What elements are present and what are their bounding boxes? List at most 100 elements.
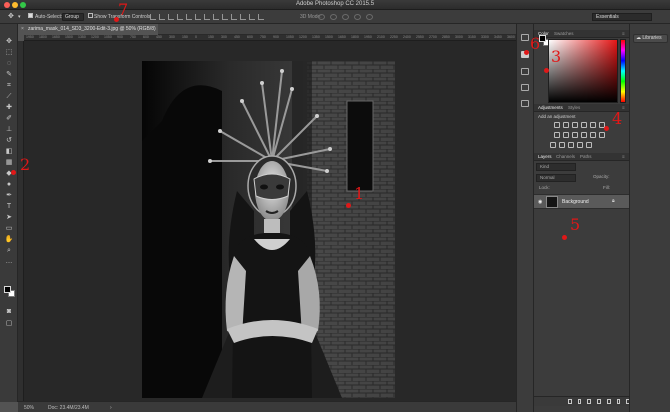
dodge-tool-icon[interactable]: ● (4, 180, 14, 189)
gradient-tool-icon[interactable]: ▦ (4, 158, 14, 167)
character-panel-icon[interactable] (521, 68, 529, 75)
lock-icon[interactable]: 🔒︎ (612, 198, 615, 204)
tab-paths[interactable]: Paths (580, 154, 592, 159)
status-menu-arrow-icon[interactable]: › (110, 405, 112, 411)
levels-icon[interactable] (563, 122, 569, 128)
new-layer-icon[interactable] (616, 399, 621, 404)
hand-tool-icon[interactable]: ✋ (4, 235, 14, 244)
foreground-color-swatch[interactable] (4, 286, 11, 293)
tool-preset-caret-icon[interactable]: ▾ (18, 14, 21, 20)
gradient-map-icon[interactable] (586, 142, 592, 148)
marquee-tool-icon[interactable]: ⬚ (4, 48, 14, 57)
libraries-button[interactable]: ☁ Libraries (633, 34, 668, 43)
eyedropper-tool-icon[interactable]: ⟋ (4, 92, 14, 101)
screen-mode-icon[interactable]: ▢ (4, 319, 14, 328)
history-brush-tool-icon[interactable]: ↺ (4, 136, 14, 145)
selective-color-icon[interactable] (577, 142, 583, 148)
close-tab-icon[interactable]: × (21, 24, 24, 35)
color-balance-icon[interactable] (563, 132, 569, 138)
layer-style-icon[interactable] (577, 399, 582, 404)
document-image[interactable] (142, 61, 395, 398)
zoom-level[interactable]: 50% (24, 405, 34, 411)
crop-tool-icon[interactable]: ⌗ (4, 81, 14, 90)
curves-icon[interactable] (572, 122, 578, 128)
distribute-top-icon[interactable] (204, 14, 210, 20)
3d-drag-icon[interactable] (342, 14, 349, 20)
align-distribute-icons[interactable] (150, 14, 290, 20)
type-tool-icon[interactable]: T (4, 202, 14, 211)
distribute-right-icon[interactable] (249, 14, 255, 20)
eye-visibility-icon[interactable]: ◉ (538, 199, 542, 205)
align-left-icon[interactable] (177, 14, 183, 20)
layer-row[interactable]: ◉ Background 🔒︎ (534, 194, 630, 209)
rectangle-tool-icon[interactable]: ▭ (4, 224, 14, 233)
align-vcenter-icon[interactable] (159, 14, 165, 20)
distribute-vcenter-icon[interactable] (213, 14, 219, 20)
auto-select-checkbox[interactable] (28, 13, 33, 18)
more-tools-icon[interactable]: … (4, 257, 14, 266)
zoom-tool-icon[interactable]: ⌕ (4, 246, 14, 255)
healing-brush-tool-icon[interactable]: ✚ (4, 103, 14, 112)
hue-slider[interactable] (620, 39, 626, 103)
tab-layers[interactable]: Layers (538, 154, 552, 159)
exposure-icon[interactable] (581, 122, 587, 128)
align-hcenter-icon[interactable] (186, 14, 192, 20)
link-layers-icon[interactable] (568, 399, 572, 404)
photo-filter-icon[interactable] (581, 132, 587, 138)
vibrance-icon[interactable] (590, 122, 596, 128)
tab-adjustments[interactable]: Adjustments (538, 105, 563, 110)
pen-tool-icon[interactable]: ✒ (4, 191, 14, 200)
color-lookup-icon[interactable] (599, 132, 605, 138)
path-selection-tool-icon[interactable]: ➤ (4, 213, 14, 222)
document-tab[interactable]: × zarima_mask_014_SD3_3200-Edit-3.jpg @ … (18, 24, 158, 35)
paragraph-panel-icon[interactable] (521, 84, 529, 91)
align-top-icon[interactable] (150, 14, 156, 20)
layer-filter-kind[interactable]: Kind (536, 163, 576, 171)
panel-menu-icon[interactable]: ≡ (622, 105, 625, 110)
transform-controls-checkbox[interactable] (88, 13, 93, 18)
tab-styles[interactable]: Styles (568, 105, 580, 110)
lasso-tool-icon[interactable]: ◌ (4, 59, 14, 68)
align-bottom-icon[interactable] (168, 14, 174, 20)
auto-select-dropdown[interactable]: Group (62, 13, 84, 21)
threshold-icon[interactable] (568, 142, 574, 148)
quick-select-tool-icon[interactable]: ✎ (4, 70, 14, 79)
distribute-left-icon[interactable] (231, 14, 237, 20)
add-mask-icon[interactable] (587, 399, 592, 404)
new-adjustment-layer-icon[interactable] (597, 399, 601, 404)
ruler-tick-label: 2100 (377, 35, 385, 39)
3d-orbit-icon[interactable] (318, 14, 325, 20)
hue-saturation-icon[interactable] (554, 132, 560, 138)
move-tool-icon[interactable]: ✥ (4, 37, 14, 46)
3d-roll-icon[interactable] (330, 14, 337, 20)
layer-thumbnail (546, 196, 558, 208)
panel-menu-icon[interactable]: ≡ (622, 154, 625, 159)
posterize-icon[interactable] (559, 142, 565, 148)
brush-tool-icon[interactable]: ✐ (4, 114, 14, 123)
quick-mask-icon[interactable]: ◙ (4, 307, 14, 316)
canvas-area[interactable] (24, 41, 516, 401)
history-panel-icon[interactable] (521, 34, 529, 41)
auto-align-icon[interactable] (258, 14, 264, 20)
3d-mode-icons[interactable] (318, 14, 383, 20)
channel-mixer-icon[interactable] (590, 132, 596, 138)
distribute-hcenter-icon[interactable] (240, 14, 246, 20)
3d-slide-icon[interactable] (354, 14, 361, 20)
clone-stamp-tool-icon[interactable]: ⊥ (4, 125, 14, 134)
workspace-switcher[interactable]: Essentials (592, 13, 652, 21)
distribute-bottom-icon[interactable] (222, 14, 228, 20)
blend-mode-dropdown[interactable]: Normal (536, 174, 576, 182)
invert-icon[interactable] (550, 142, 556, 148)
brightness-contrast-icon[interactable] (554, 122, 560, 128)
align-right-icon[interactable] (195, 14, 201, 20)
eraser-tool-icon[interactable]: ◧ (4, 147, 14, 156)
tab-swatches[interactable]: Swatches (554, 31, 574, 36)
black-white-icon[interactable] (572, 132, 578, 138)
move-tool-icon[interactable]: ✥ (8, 12, 14, 20)
3d-scale-icon[interactable] (366, 14, 373, 20)
tab-channels[interactable]: Channels (556, 154, 575, 159)
brush-panel-icon[interactable] (521, 100, 529, 107)
new-group-icon[interactable] (606, 399, 611, 404)
panel-menu-icon[interactable]: ≡ (622, 31, 625, 36)
document-size-info[interactable]: Doc: 23.4M/23.4M (48, 405, 89, 411)
